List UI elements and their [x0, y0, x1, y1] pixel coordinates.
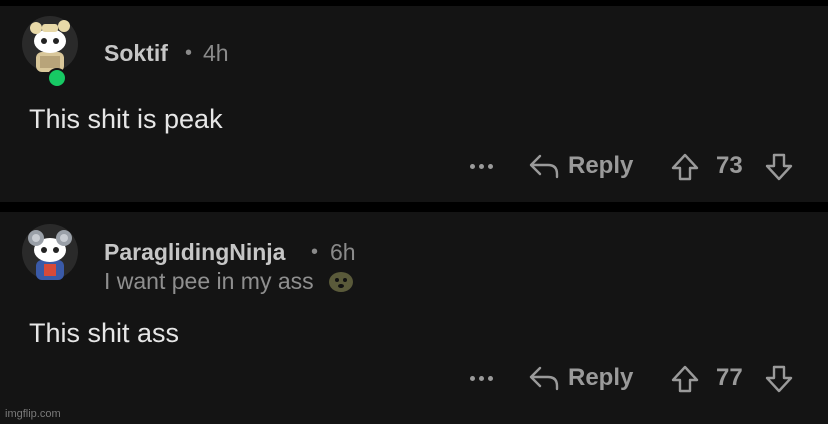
- snoo-avatar-icon: [22, 16, 78, 72]
- downvote-icon[interactable]: [764, 152, 794, 182]
- comment-2: ParaglidingNinja • 6h I want pee in my a…: [0, 212, 828, 424]
- comment-actions: Reply 77: [0, 358, 828, 398]
- reply-label: Reply: [568, 364, 634, 391]
- reply-button[interactable]: Reply: [528, 146, 633, 186]
- more-dot-icon: [487, 163, 493, 169]
- comment-timestamp: 6h: [330, 239, 356, 265]
- reply-arrow-icon: [529, 154, 559, 179]
- more-options-button[interactable]: [466, 146, 496, 186]
- comment-username[interactable]: Soktif: [104, 40, 168, 67]
- meta-separator: •: [311, 241, 319, 263]
- meta-separator: •: [185, 42, 193, 64]
- flair-emoji-icon: [329, 272, 354, 292]
- vote-score: 73: [716, 152, 743, 179]
- upvote-icon[interactable]: [670, 152, 700, 182]
- watermark: imgflip.com: [5, 408, 61, 420]
- snoo-avatar-icon: [22, 224, 78, 280]
- comment-body: This shit ass: [29, 318, 180, 348]
- user-flair-text: I want pee in my ass: [104, 268, 314, 294]
- more-dot-icon: [469, 375, 475, 381]
- user-avatar[interactable]: [22, 224, 78, 280]
- reply-label: Reply: [568, 152, 634, 179]
- comment-timestamp: 4h: [203, 40, 229, 66]
- user-flair: I want pee in my ass: [104, 268, 354, 295]
- more-dot-icon: [469, 163, 475, 169]
- more-options-button[interactable]: [466, 358, 496, 398]
- user-avatar[interactable]: [22, 16, 78, 72]
- vote-score: 77: [716, 364, 743, 391]
- reply-button[interactable]: Reply: [528, 358, 633, 398]
- comment-body: This shit is peak: [29, 104, 223, 134]
- online-status-indicator: [47, 68, 67, 88]
- comment-1: Soktif • 4h This shit is peak Reply 73: [0, 6, 828, 202]
- downvote-icon[interactable]: [764, 364, 794, 394]
- comment-actions: Reply 73: [0, 146, 828, 186]
- more-dot-icon: [478, 163, 484, 169]
- comment-username[interactable]: ParaglidingNinja: [104, 239, 285, 266]
- more-dot-icon: [487, 375, 493, 381]
- upvote-icon[interactable]: [670, 364, 700, 394]
- more-dot-icon: [478, 375, 484, 381]
- reply-arrow-icon: [529, 366, 559, 391]
